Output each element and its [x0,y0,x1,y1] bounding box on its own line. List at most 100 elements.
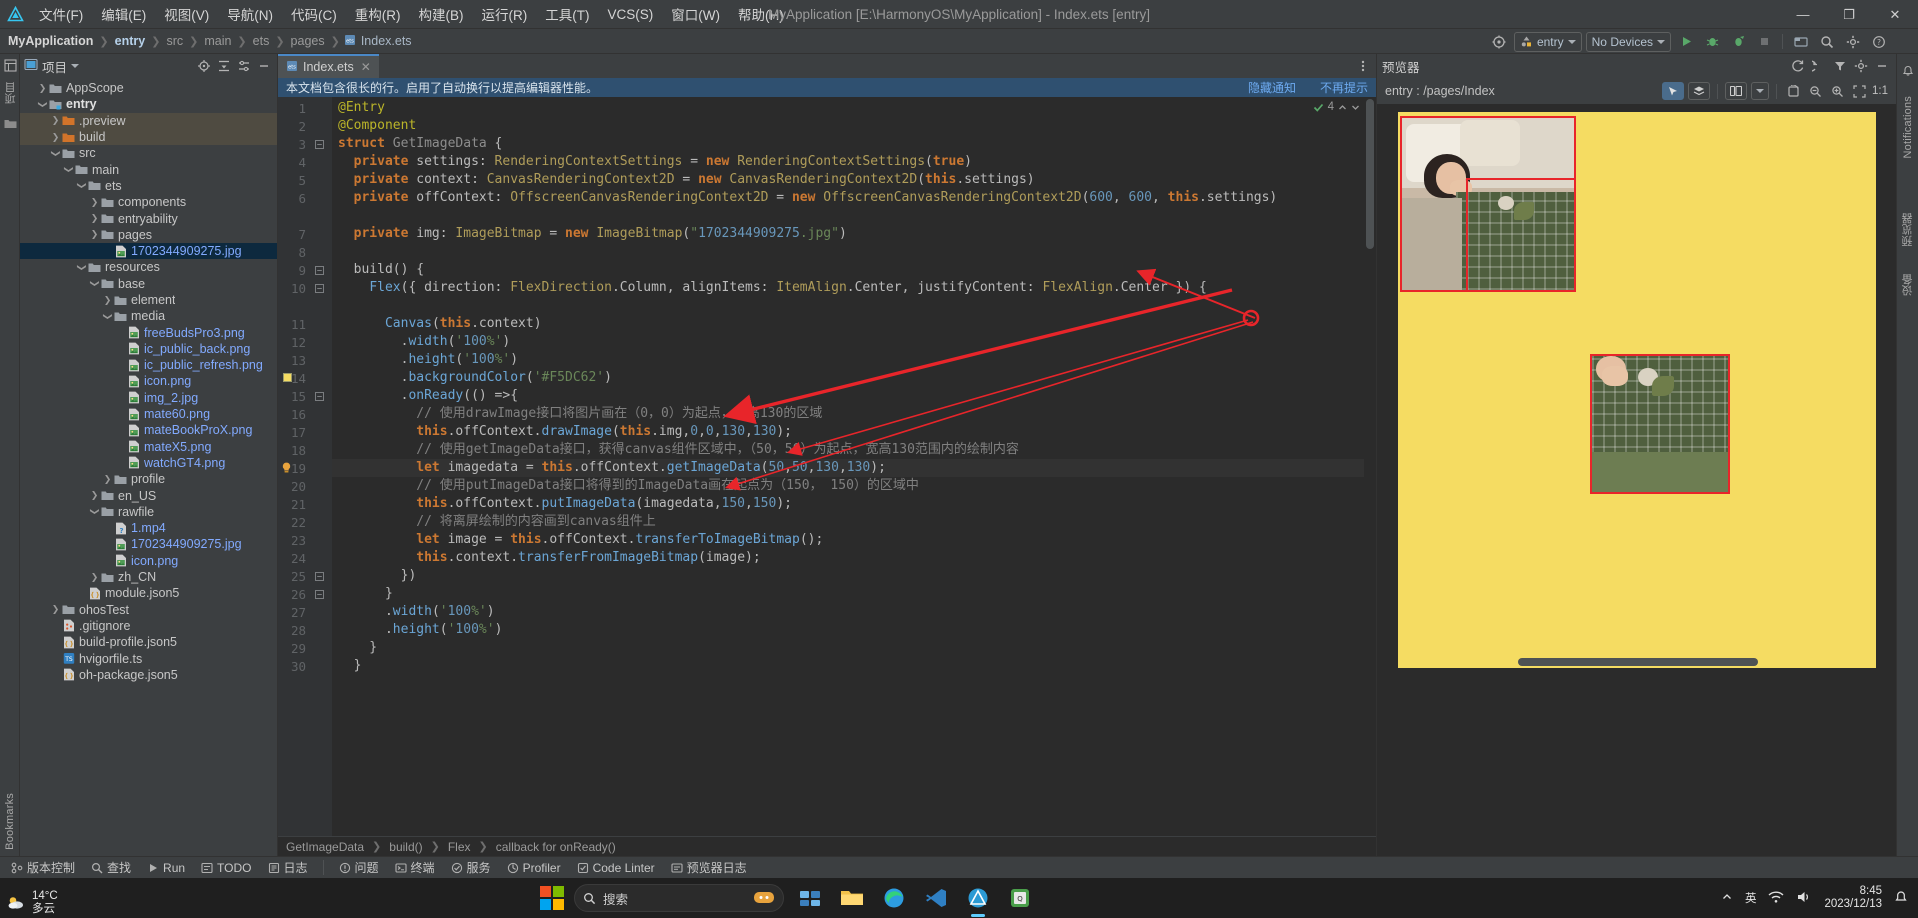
network-icon[interactable] [1768,890,1784,907]
left-strip-bookmarks-label[interactable]: Bookmarks [4,793,16,850]
hide-panel-icon[interactable] [255,57,273,75]
hide-panel-icon[interactable] [1873,57,1891,75]
settings-icon[interactable] [1842,31,1864,52]
breadcrumb-entry[interactable]: entry [113,34,148,48]
tree-item-mate60-png[interactable]: mate60.png [20,406,277,422]
menu-build[interactable]: 构建(B) [410,1,473,27]
menu-code[interactable]: 代码(C) [282,1,346,27]
chevron-down-icon[interactable]: ❯ [76,180,87,191]
tree-item-components[interactable]: ❯ components [20,194,277,210]
fold-toggle-icon[interactable] [315,590,324,599]
volume-icon[interactable] [1796,890,1812,907]
chevron-right-icon[interactable]: ❯ [89,229,100,240]
inspector-toggle[interactable] [1662,82,1684,100]
tree-item-1-mp4[interactable]: ? 1.mp4 [20,520,277,536]
device-dropdown[interactable] [1751,82,1769,100]
layers-toggle[interactable] [1688,82,1710,100]
device-preview[interactable] [1397,112,1876,668]
scrollbar-thumb[interactable] [1366,99,1374,249]
stop-button[interactable] [1753,31,1775,52]
right-strip-notifications-label[interactable]: Notifications [1902,96,1914,159]
intention-bulb-icon[interactable] [281,462,292,473]
run-button[interactable] [1675,31,1697,52]
tree-item-icon-png[interactable]: icon.png [20,553,277,569]
tool-run[interactable]: Run [140,860,192,876]
tree-item-ic-public-back-png[interactable]: ic_public_back.png [20,341,277,357]
language-indicator[interactable]: 英 [1745,890,1757,906]
editor-vertical-scrollbar[interactable] [1364,97,1376,836]
tree-item-matex5-png[interactable]: mateX5.png [20,439,277,455]
filter-icon[interactable] [1831,57,1849,75]
crumb-flex[interactable]: Flex [448,840,471,854]
code-line[interactable]: struct GetImageData { [338,135,502,153]
tree-item-base[interactable]: ❯ base [20,276,277,292]
tree-item-appscope[interactable]: ❯ AppScope [20,80,277,96]
menu-tools[interactable]: 工具(T) [536,1,598,27]
tool-terminal[interactable]: 终端 [388,858,442,877]
locate-file-icon[interactable] [195,57,213,75]
search-icon[interactable] [1816,31,1838,52]
code-text-area[interactable]: @Entry @Component struct GetImageData { pr… [332,97,1376,836]
chevron-down-icon[interactable]: ❯ [63,164,74,175]
fold-toggle-icon[interactable] [315,266,324,275]
tree-item-en-us[interactable]: ❯ en_US [20,487,277,503]
breadcrumb-main[interactable]: main [202,34,233,48]
folder-icon[interactable] [0,112,20,134]
tree-item-entry[interactable]: ❯ entry [20,96,277,112]
fold-toggle-icon[interactable] [315,392,324,401]
tree-item-rawfile[interactable]: ❯ rawfile [20,504,277,520]
code-line[interactable]: .height('100%') [338,351,518,369]
tree-item-icon-png[interactable]: icon.png [20,373,277,389]
breadcrumb-ets[interactable]: ets [251,34,272,48]
code-line[interactable]: @Entry [338,99,385,117]
chevron-down-icon[interactable]: ❯ [76,262,87,273]
code-line[interactable]: this.offContext.drawImage(this.img,0,0,1… [338,423,792,441]
panel-settings-icon[interactable] [235,57,253,75]
tool-services[interactable]: 服务 [444,858,498,877]
rotate-icon[interactable] [1784,82,1802,100]
close-icon[interactable]: ✕ [359,60,371,74]
code-editor[interactable]: 1 2 3 4 5 6 7 8 9 10 11 12 13 14 15 16 17 18 19 20 21 22 23 24 2… [278,97,1376,836]
tool-vcs[interactable]: 版本控制 [4,858,82,877]
breadcrumb-project[interactable]: MyApplication [6,34,95,48]
target-picker-icon[interactable] [1488,31,1510,52]
device-manager-icon[interactable] [1790,31,1812,52]
code-line[interactable]: .height('100%') [338,621,502,639]
tree-item-1702344909275-jpg[interactable]: 1702344909275.jpg [20,242,277,260]
tree-item-img-2-jpg[interactable]: img_2.jpg [20,390,277,406]
menu-refactor[interactable]: 重构(R) [346,1,410,27]
chevron-down-icon[interactable]: ❯ [89,278,100,289]
menu-navigate[interactable]: 导航(N) [218,1,282,27]
notification-icon[interactable] [1894,890,1908,907]
chevron-right-icon[interactable]: ❯ [89,213,100,224]
breadcrumb-file[interactable]: Index.ets [359,34,414,48]
tree-item-main[interactable]: ❯ main [20,161,277,177]
chevron-right-icon[interactable]: ❯ [89,572,100,583]
tree-item-ets[interactable]: ❯ ets [20,178,277,194]
previewer-stage[interactable] [1377,104,1896,856]
code-line[interactable]: let imagedata = this.offContext.getImage… [338,459,886,477]
settings-icon[interactable] [1852,57,1870,75]
code-line[interactable]: this.offContext.putImageData(imagedata,1… [338,495,792,513]
tree-item-build[interactable]: ❯ build [20,128,277,146]
tree-item-watchgt4-png[interactable]: watchGT4.png [20,455,277,471]
menu-vcs[interactable]: VCS(S) [599,4,663,25]
code-line[interactable]: build() { [338,261,424,279]
chevron-right-icon[interactable]: ❯ [89,490,100,501]
vscode-icon[interactable] [920,882,952,914]
code-line[interactable]: .backgroundColor('#F5DC62') [338,369,612,387]
code-line[interactable]: private offContext: OffscreenCanvasRende… [338,189,1278,207]
code-line[interactable]: .onReady(() =>{ [338,387,518,405]
reload-icon[interactable] [1810,57,1828,75]
weather-widget[interactable]: 14°C 多云 [6,890,58,916]
code-line[interactable]: // 使用getImageData接口，获得canvas组件区域中，（50，50… [338,441,1019,459]
tool-todo[interactable]: TODO [194,860,258,876]
refresh-icon[interactable] [1789,57,1807,75]
zoom-in-icon[interactable] [1828,82,1846,100]
tree-item--gitignore[interactable]: .gitignore [20,618,277,634]
editor-gutter[interactable]: 1 2 3 4 5 6 7 8 9 10 11 12 13 14 15 16 17 18 19 20 21 22 23 24 2… [278,97,332,836]
tool-problems[interactable]: 问题 [332,858,386,877]
minimize-button[interactable]: — [1780,0,1826,29]
tool-find[interactable]: 查找 [84,858,138,877]
taskbar-clock[interactable]: 8:45 2023/12/13 [1824,885,1882,911]
